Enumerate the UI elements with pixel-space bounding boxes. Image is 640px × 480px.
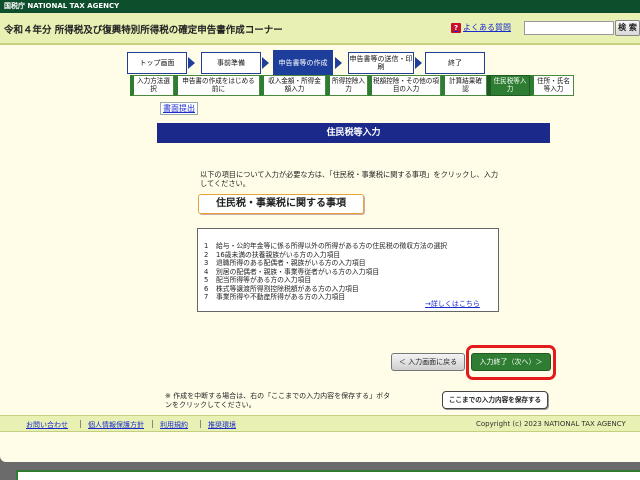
background-window [16, 470, 640, 480]
step-preparation[interactable]: 事前準備 [201, 52, 261, 74]
step-create-forms: 申告書等の作成 [273, 50, 333, 76]
save-note: ※ 作成を中断する場合は、右の「ここまでの入力内容を保存する」ボタンをクリックし… [165, 392, 391, 409]
faq-label: よくある質問 [463, 23, 511, 32]
step-arrow-icon [188, 57, 195, 69]
details-link[interactable]: →詳しくはこちら [425, 299, 480, 309]
instruction-text: 以下の項目について入力が必要な方は、「住民税・事業税に関する事項」をクリックし、… [200, 170, 499, 188]
footer-link-contact[interactable]: お問い合わせ [26, 420, 68, 430]
substep-before-start[interactable]: 申告書の作成をはじめる前に [174, 75, 260, 96]
substep-deductions[interactable]: 所得控除入力 [326, 75, 368, 96]
copyright: Copyright (c) 2023 NATIONAL TAX AGENCY [476, 420, 626, 428]
footer-separator: | [79, 419, 82, 428]
list-item: 7 事業所得や不動産所得がある方の入力項目 [204, 293, 346, 301]
footer-separator: | [199, 419, 202, 428]
step-arrow-icon [335, 57, 342, 69]
faq-link[interactable]: ? よくある質問 [451, 22, 511, 33]
save-progress-button[interactable]: ここまでの入力内容を保存する [442, 391, 548, 409]
substep-results[interactable]: 計算結果確認 [441, 75, 487, 96]
step-send-print[interactable]: 申告書等の送信・印刷 [348, 52, 414, 74]
help-icon: ? [451, 22, 461, 33]
title-bar: 令和４年分 所得税及び復興特別所得税の確定申告書作成コーナー ? よくある質問 … [0, 13, 640, 45]
page-title: 令和４年分 所得税及び復興特別所得税の確定申告書作成コーナー [4, 25, 283, 36]
substep-resident-tax: 住民税等入力 [487, 75, 530, 96]
footer-separator: | [151, 419, 154, 428]
substep-input-method[interactable]: 入力方法選択 [130, 75, 174, 96]
step-arrow-icon [262, 57, 269, 69]
agency-header: 国税庁 NATIONAL TAX AGENCY [0, 0, 640, 13]
search-input[interactable] [524, 21, 614, 35]
back-to-input-button[interactable]: ＜ 入力画面に戻る [391, 353, 465, 371]
search-button[interactable]: 検 索 [615, 20, 640, 36]
footer: お問い合わせ | 個人情報保護方針 | 利用規約 | 推奨環境 Copyrigh… [0, 415, 640, 432]
resident-tax-topic-button[interactable]: 住民税・事業税に関する事項 [198, 194, 364, 214]
step-finish[interactable]: 終了 [425, 52, 485, 74]
paper-submission-link[interactable]: 書面提出 [160, 102, 198, 115]
substep-income[interactable]: 収入金額・所得金額入力 [260, 75, 326, 96]
substep-tax-credits[interactable]: 税額控除・その他の項目の入力 [368, 75, 441, 96]
step-arrow-icon [415, 57, 422, 69]
footer-link-environment[interactable]: 推奨環境 [208, 420, 236, 430]
finish-input-next-button[interactable]: 入力終了（次へ）＞ [471, 353, 551, 371]
item-list: 1 給与・公的年金等に係る所得以外の所得がある方の住民税の徴収方法の選択 2 16歳… [197, 228, 499, 312]
substep-address-name[interactable]: 住所・氏名等入力 [530, 75, 574, 96]
step-top[interactable]: トップ画面 [127, 52, 187, 74]
footer-link-privacy[interactable]: 個人情報保護方針 [88, 420, 144, 430]
app-window: 国税庁 NATIONAL TAX AGENCY 令和４年分 所得税及び復興特別所… [0, 0, 640, 462]
section-title: 住民税等入力 [157, 123, 550, 143]
footer-link-terms[interactable]: 利用規約 [160, 420, 188, 430]
